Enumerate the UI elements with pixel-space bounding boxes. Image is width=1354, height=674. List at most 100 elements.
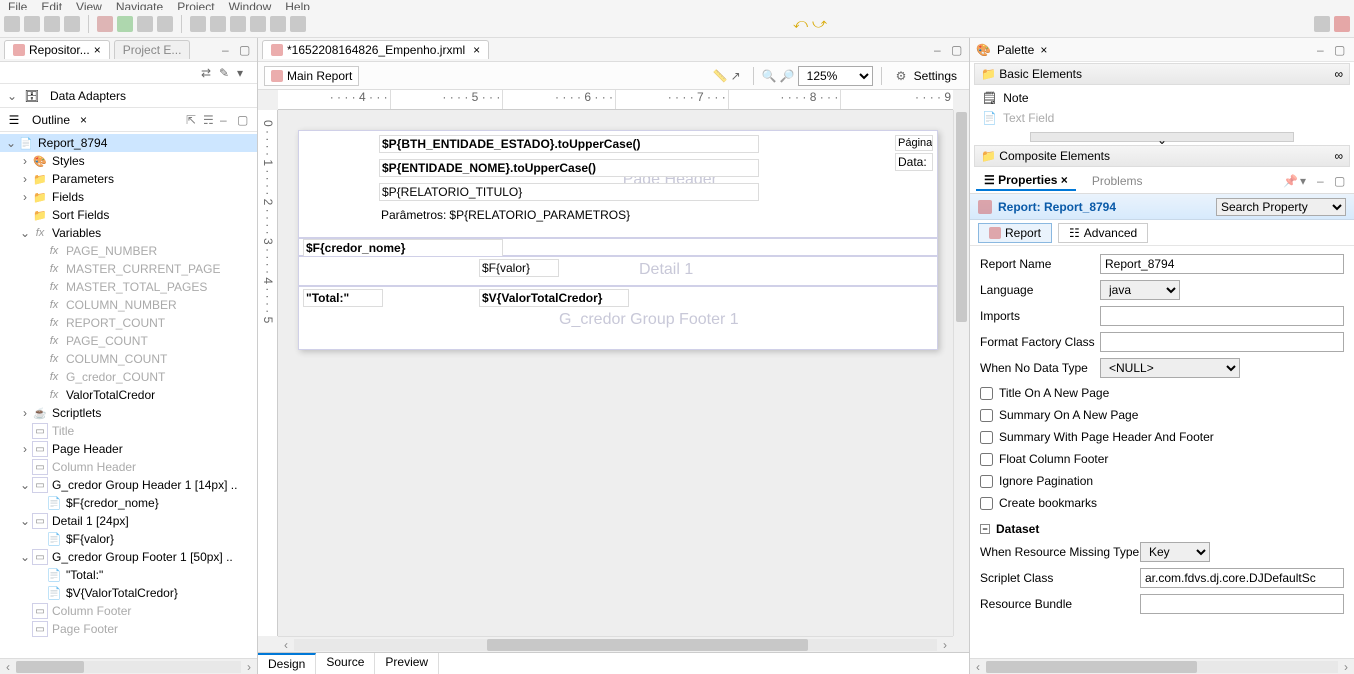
scroll-right-icon[interactable]: › <box>241 660 257 674</box>
tree-var[interactable]: fxREPORT_COUNT <box>0 314 257 332</box>
close-icon[interactable]: × <box>94 43 101 57</box>
tree-sort-fields[interactable]: Sort Fields <box>0 206 257 224</box>
tab-preview[interactable]: Preview <box>375 653 439 674</box>
tree-page-footer[interactable]: Page Footer <box>0 620 257 638</box>
play-icon[interactable] <box>117 16 133 32</box>
palette-cat-composite[interactable]: 📁 Composite Elements∞ <box>974 145 1350 167</box>
menu-window[interactable]: Window <box>229 0 272 10</box>
report-element[interactable]: Data: n <box>895 153 933 171</box>
resource-missing-select[interactable]: Key <box>1140 542 1210 562</box>
editor-tab[interactable]: *1652208164826_Empenho.jrxml× <box>262 40 489 59</box>
save-all-icon[interactable] <box>44 16 60 32</box>
zoom-out-icon[interactable]: 🔎 <box>780 69 794 83</box>
align-top-icon[interactable] <box>250 16 266 32</box>
tree-report-root[interactable]: ⌄Report_8794 <box>0 134 257 152</box>
group-header-band[interactable]: $F{credor_nome} <box>298 238 938 256</box>
summary-new-page-checkbox[interactable] <box>980 409 993 422</box>
close-icon[interactable]: × <box>473 43 480 57</box>
report-element[interactable]: $P{ENTIDADE_NOME}.toUpperCase() <box>379 159 759 177</box>
search-property-select[interactable]: Search Property <box>1216 198 1346 216</box>
search-icon[interactable] <box>157 16 173 32</box>
float-column-footer-checkbox[interactable] <box>980 453 993 466</box>
subtab-report[interactable]: Report <box>978 223 1052 243</box>
align-middle-icon[interactable] <box>270 16 286 32</box>
settings-button[interactable]: ⚙Settings <box>890 67 963 85</box>
tree-var[interactable]: fxValorTotalCredor <box>0 386 257 404</box>
page-header-band[interactable]: Page Header $P{BTH_ENTIDADE_ESTADO}.toUp… <box>298 130 938 238</box>
report-element[interactable]: Parâmetros: $P{RELATORIO_PARAMETROS} <box>379 207 759 223</box>
tree-styles[interactable]: ›Styles <box>0 152 257 170</box>
report-element[interactable]: $P{RELATORIO_TITULO} <box>379 183 759 201</box>
design-canvas[interactable]: Page Header $P{BTH_ENTIDADE_ESTADO}.toUp… <box>278 110 953 636</box>
bug-icon[interactable] <box>97 16 113 32</box>
jasper-perspective-icon[interactable] <box>1334 16 1350 32</box>
palette-item-note[interactable]: 🗒Note <box>982 88 1342 108</box>
maximize-icon[interactable]: ▢ <box>237 113 251 127</box>
tree-var[interactable]: fxCOLUMN_COUNT <box>0 350 257 368</box>
tree-var[interactable]: fxPAGE_NUMBER <box>0 242 257 260</box>
refresh-icon[interactable] <box>64 16 80 32</box>
resource-bundle-input[interactable] <box>1140 594 1344 614</box>
data-adapters-section[interactable]: ⌄ 🗄 Data Adapters <box>0 84 257 108</box>
tree-var[interactable]: fxCOLUMN_NUMBER <box>0 296 257 314</box>
tree-page-header[interactable]: ›Page Header <box>0 440 257 458</box>
tab-design[interactable]: Design <box>258 653 316 674</box>
tree-parameters[interactable]: ›Parameters <box>0 170 257 188</box>
palette-cat-basic[interactable]: 📁 Basic Elements∞ <box>974 63 1350 85</box>
h-scrollbar[interactable]: ‹› <box>970 658 1354 674</box>
align-center-icon[interactable] <box>210 16 226 32</box>
tree-group-header[interactable]: ⌄G_credor Group Header 1 [14px] .. <box>0 476 257 494</box>
ignore-pagination-checkbox[interactable] <box>980 475 993 488</box>
h-scrollbar[interactable]: ‹ › <box>0 658 257 674</box>
tree-field-el[interactable]: 📄$F{credor_nome} <box>0 494 257 512</box>
collapse-icon[interactable]: ⇱ <box>186 113 200 127</box>
menu-project[interactable]: Project <box>177 0 214 10</box>
title-new-page-checkbox[interactable] <box>980 387 993 400</box>
chevron-down-icon[interactable]: ⌄ <box>6 89 18 103</box>
main-report-button[interactable]: Main Report <box>264 66 359 86</box>
pin-icon[interactable]: 📌 <box>1283 174 1297 188</box>
tree-detail[interactable]: ⌄Detail 1 [24px] <box>0 512 257 530</box>
v-scrollbar[interactable] <box>953 110 969 636</box>
minimize-icon[interactable]: – <box>220 113 234 127</box>
toolbox-icon[interactable] <box>137 16 153 32</box>
report-element[interactable]: "Total:" <box>303 289 383 307</box>
tree-var[interactable]: fxMASTER_CURRENT_PAGE <box>0 260 257 278</box>
minimize-icon[interactable]: – <box>934 43 948 57</box>
close-icon[interactable]: × <box>80 113 87 127</box>
tree-fields[interactable]: ›Fields <box>0 188 257 206</box>
tree-var[interactable]: fxMASTER_TOTAL_PAGES <box>0 278 257 296</box>
zoom-select[interactable]: 125% <box>798 66 873 86</box>
report-element[interactable]: $P{BTH_ENTIDADE_ESTADO}.toUpperCase() <box>379 135 759 153</box>
imports-input[interactable] <box>1100 306 1344 326</box>
tab-project-explorer[interactable]: Project E... <box>114 40 191 59</box>
tree-variables[interactable]: ⌄fxVariables <box>0 224 257 242</box>
minimize-icon[interactable]: – <box>1317 174 1331 188</box>
perspective-icon[interactable] <box>1314 16 1330 32</box>
align-left-icon[interactable] <box>190 16 206 32</box>
tree-column-footer[interactable]: Column Footer <box>0 602 257 620</box>
tree-var[interactable]: fxG_credor_COUNT <box>0 368 257 386</box>
report-element[interactable]: Página: <box>895 135 933 151</box>
redo-icon[interactable]: ⤻ <box>812 15 827 32</box>
report-element[interactable]: $F{credor_nome} <box>303 239 503 257</box>
new-icon[interactable] <box>4 16 20 32</box>
tree-column-header[interactable]: Column Header <box>0 458 257 476</box>
menu-icon[interactable]: ▾ <box>237 66 251 80</box>
collapse-icon[interactable]: − <box>980 524 990 534</box>
scriptlet-class-input[interactable] <box>1140 568 1344 588</box>
maximize-icon[interactable]: ▢ <box>239 43 253 57</box>
menu-file[interactable]: File <box>8 0 27 10</box>
filter-icon[interactable]: ☴ <box>203 113 217 127</box>
tree-scriptlets[interactable]: ›Scriptlets <box>0 404 257 422</box>
edit-icon[interactable]: ✎ <box>219 66 233 80</box>
format-factory-input[interactable] <box>1100 332 1344 352</box>
tab-source[interactable]: Source <box>316 653 375 674</box>
menu-navigate[interactable]: Navigate <box>116 0 163 10</box>
maximize-icon[interactable]: ▢ <box>951 43 965 57</box>
ruler-icon[interactable]: 📏 <box>713 69 727 83</box>
tree-var-el[interactable]: 📄$V{ValorTotalCredor} <box>0 584 257 602</box>
scroll-left-icon[interactable]: ‹ <box>0 660 16 674</box>
report-element[interactable]: $V{ValorTotalCredor} <box>479 289 629 307</box>
create-bookmarks-checkbox[interactable] <box>980 497 993 510</box>
